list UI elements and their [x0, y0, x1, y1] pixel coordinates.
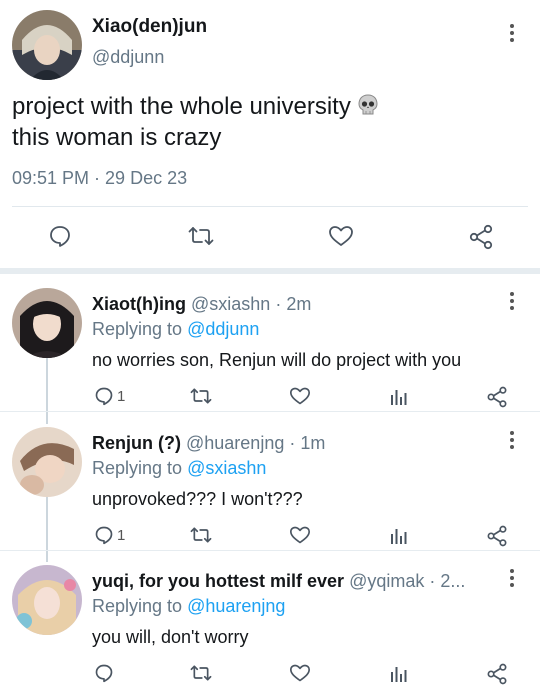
reply-header: yuqi, for you hottest milf ever @yqimak …	[92, 571, 465, 592]
analytics-icon[interactable]	[389, 525, 409, 545]
reply-text: you will, don't worry	[92, 627, 249, 647]
author-display-name[interactable]: Xiao(den)jun	[92, 16, 207, 38]
like-icon[interactable]	[328, 224, 354, 248]
more-options-icon[interactable]	[505, 569, 519, 591]
like-icon[interactable]	[289, 386, 311, 406]
reply-icon[interactable]: 1	[94, 525, 125, 545]
avatar[interactable]	[12, 288, 82, 358]
share-icon[interactable]	[486, 663, 508, 685]
reply-time: · 2...	[429, 571, 466, 591]
author-handle[interactable]: @ddjunn	[92, 47, 164, 68]
tweet-text-line-2: this woman is crazy	[12, 124, 222, 151]
more-options-icon[interactable]	[505, 292, 519, 314]
replying-to-mention[interactable]: @sxiashn	[187, 458, 266, 478]
skull-emoji-icon	[357, 94, 379, 123]
reply-handle[interactable]: @yqimak	[349, 571, 424, 591]
reply-handle[interactable]: @sxiashn	[191, 294, 270, 314]
reply-icon[interactable]: 1	[94, 386, 125, 406]
reply-tweet[interactable]: Xiaot(h)ing @sxiashn · 2m Replying to @d…	[0, 274, 540, 412]
reply-text: no worries son, Renjun will do project w…	[92, 350, 462, 370]
tweet-text-line-1: project with the whole university	[12, 93, 351, 120]
analytics-icon[interactable]	[389, 386, 409, 406]
replying-to-label: Replying to	[92, 458, 188, 478]
divider	[0, 411, 540, 412]
reply-action-bar	[0, 663, 540, 687]
reply-action-bar: 1	[0, 386, 540, 410]
like-icon[interactable]	[289, 525, 311, 545]
like-icon[interactable]	[289, 663, 311, 683]
retweet-icon[interactable]	[190, 525, 212, 545]
retweet-icon[interactable]	[188, 224, 214, 248]
reply-header: Xiaot(h)ing @sxiashn · 2m	[92, 294, 311, 315]
share-icon[interactable]	[468, 224, 494, 250]
share-icon[interactable]	[486, 525, 508, 547]
avatar[interactable]	[12, 565, 82, 635]
replying-to-mention[interactable]: @ddjunn	[187, 319, 259, 339]
avatar[interactable]	[12, 10, 82, 80]
main-tweet: Xiao(den)jun @ddjunn project with the wh…	[0, 0, 540, 268]
reply-display-name[interactable]: Renjun (?)	[92, 433, 181, 453]
retweet-icon[interactable]	[190, 663, 212, 683]
replying-to-label: Replying to	[92, 319, 188, 339]
replying-to: Replying to @ddjunn	[92, 319, 259, 340]
reply-time: · 2m	[275, 294, 312, 314]
share-icon[interactable]	[486, 386, 508, 408]
reply-header: Renjun (?) @huarenjng · 1m	[92, 433, 325, 454]
reply-time: · 1m	[289, 433, 326, 453]
reply-display-name[interactable]: yuqi, for you hottest milf ever	[92, 571, 344, 591]
tweet-action-bar	[0, 218, 540, 258]
divider	[12, 206, 528, 207]
tweet-text: project with the whole university this w…	[12, 92, 512, 152]
reply-count: 1	[117, 526, 126, 544]
reply-icon[interactable]	[48, 224, 72, 248]
avatar[interactable]	[12, 427, 82, 497]
reply-action-bar: 1	[0, 525, 540, 549]
replying-to-label: Replying to	[92, 596, 188, 616]
replying-to-mention[interactable]: @huarenjng	[187, 596, 285, 616]
reply-tweet[interactable]: yuqi, for you hottest milf ever @yqimak …	[0, 551, 540, 689]
reply-text: unprovoked??? I won't???	[92, 489, 303, 509]
retweet-icon[interactable]	[190, 386, 212, 406]
analytics-icon[interactable]	[389, 663, 409, 683]
reply-count: 1	[117, 387, 126, 405]
replying-to: Replying to @huarenjng	[92, 596, 285, 617]
reply-display-name[interactable]: Xiaot(h)ing	[92, 294, 186, 314]
replying-to: Replying to @sxiashn	[92, 458, 266, 479]
reply-icon[interactable]	[94, 663, 117, 683]
more-options-icon[interactable]	[505, 24, 519, 46]
more-options-icon[interactable]	[505, 431, 519, 453]
reply-tweet[interactable]: Renjun (?) @huarenjng · 1m Replying to @…	[0, 413, 540, 551]
reply-handle[interactable]: @huarenjng	[186, 433, 284, 453]
tweet-timestamp[interactable]: 09:51 PM · 29 Dec 23	[12, 168, 187, 189]
